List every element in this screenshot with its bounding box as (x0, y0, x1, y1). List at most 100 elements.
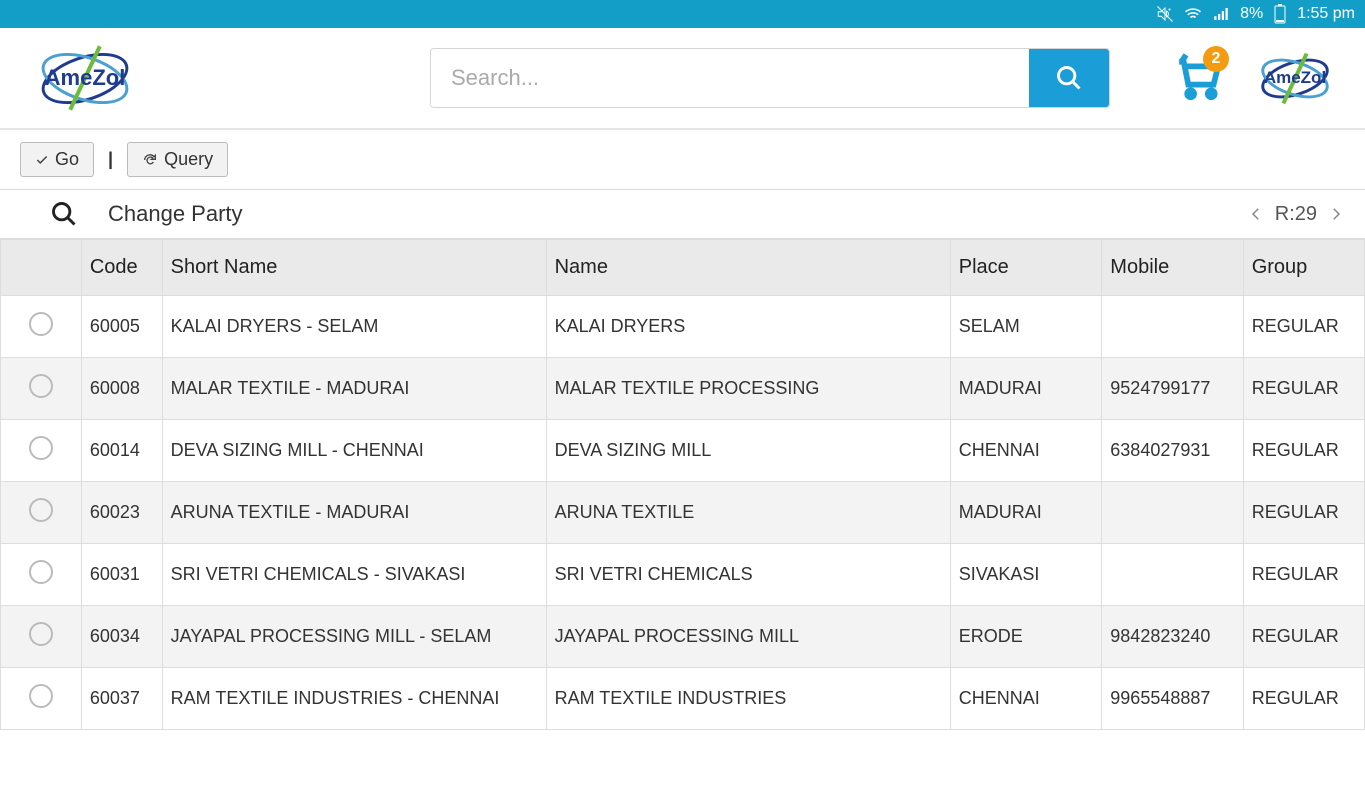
search-wrap (430, 48, 1110, 108)
radio-icon[interactable] (29, 374, 53, 398)
toolbar: Go | Query (0, 130, 1365, 189)
col-short: Short Name (162, 240, 546, 296)
go-button[interactable]: Go (20, 142, 94, 177)
cell-name: MALAR TEXTILE PROCESSING (546, 358, 950, 420)
cell-mobile (1102, 482, 1243, 544)
radio-icon[interactable] (29, 684, 53, 708)
brand-text: AmeZol (45, 65, 126, 91)
cell-select[interactable] (1, 358, 82, 420)
table-row[interactable]: 60005KALAI DRYERS - SELAMKALAI DRYERSSEL… (1, 296, 1365, 358)
cell-place: MADURAI (950, 482, 1102, 544)
section-header: Change Party R:29 (0, 189, 1365, 239)
toolbar-divider: | (108, 149, 113, 170)
cell-group: REGULAR (1243, 606, 1364, 668)
table-row[interactable]: 60031SRI VETRI CHEMICALS - SIVAKASISRI V… (1, 544, 1365, 606)
cell-group: REGULAR (1243, 544, 1364, 606)
radio-icon[interactable] (29, 312, 53, 336)
cell-code: 60014 (81, 420, 162, 482)
cell-name: KALAI DRYERS (546, 296, 950, 358)
cell-name: RAM TEXTILE INDUSTRIES (546, 668, 950, 730)
table-row[interactable]: 60014DEVA SIZING MILL - CHENNAIDEVA SIZI… (1, 420, 1365, 482)
cell-select[interactable] (1, 482, 82, 544)
cell-place: SIVAKASI (950, 544, 1102, 606)
cell-select[interactable] (1, 420, 82, 482)
table-row[interactable]: 60023ARUNA TEXTILE - MADURAIARUNA TEXTIL… (1, 482, 1365, 544)
cell-name: DEVA SIZING MILL (546, 420, 950, 482)
cell-short: DEVA SIZING MILL - CHENNAI (162, 420, 546, 482)
cell-name: SRI VETRI CHEMICALS (546, 544, 950, 606)
cell-place: ERODE (950, 606, 1102, 668)
cell-mobile: 6384027931 (1102, 420, 1243, 482)
cell-name: ARUNA TEXTILE (546, 482, 950, 544)
table-row[interactable]: 60008MALAR TEXTILE - MADURAIMALAR TEXTIL… (1, 358, 1365, 420)
radio-icon[interactable] (29, 498, 53, 522)
cell-short: SRI VETRI CHEMICALS - SIVAKASI (162, 544, 546, 606)
record-indicator: R:29 (1275, 203, 1317, 226)
radio-icon[interactable] (29, 622, 53, 646)
cell-select[interactable] (1, 296, 82, 358)
cell-code: 60037 (81, 668, 162, 730)
cell-group: REGULAR (1243, 482, 1364, 544)
cell-mobile: 9524799177 (1102, 358, 1243, 420)
cell-name: JAYAPAL PROCESSING MILL (546, 606, 950, 668)
section-title: Change Party (108, 201, 1247, 227)
col-place: Place (950, 240, 1102, 296)
cell-group: REGULAR (1243, 668, 1364, 730)
cell-select[interactable] (1, 544, 82, 606)
col-code: Code (81, 240, 162, 296)
battery-icon (1273, 4, 1287, 24)
cell-select[interactable] (1, 668, 82, 730)
col-mobile: Mobile (1102, 240, 1243, 296)
radio-icon[interactable] (29, 436, 53, 460)
cell-short: ARUNA TEXTILE - MADURAI (162, 482, 546, 544)
cell-short: JAYAPAL PROCESSING MILL - SELAM (162, 606, 546, 668)
table-header-row: Code Short Name Name Place Mobile Group (1, 240, 1365, 296)
cell-place: MADURAI (950, 358, 1102, 420)
status-bar: 8% 1:55 pm (0, 0, 1365, 28)
cell-group: REGULAR (1243, 420, 1364, 482)
cell-code: 60008 (81, 358, 162, 420)
cart-badge: 2 (1203, 46, 1229, 72)
mute-icon (1156, 5, 1174, 23)
chevron-left-icon[interactable] (1247, 205, 1265, 223)
refresh-icon (142, 152, 158, 168)
col-name: Name (546, 240, 950, 296)
cell-short: RAM TEXTILE INDUSTRIES - CHENNAI (162, 668, 546, 730)
table-row[interactable]: 60034JAYAPAL PROCESSING MILL - SELAMJAYA… (1, 606, 1365, 668)
cell-mobile: 9842823240 (1102, 606, 1243, 668)
wifi-icon (1184, 5, 1202, 23)
col-select (1, 240, 82, 296)
check-icon (35, 153, 49, 167)
brand-mini-text: AmeZol (1264, 68, 1326, 88)
battery-text: 8% (1240, 5, 1263, 23)
search-input[interactable] (431, 49, 1029, 107)
party-table: Code Short Name Name Place Mobile Group … (0, 239, 1365, 730)
cell-group: REGULAR (1243, 296, 1364, 358)
search-button[interactable] (1029, 49, 1109, 107)
cell-code: 60005 (81, 296, 162, 358)
table-row[interactable]: 60037RAM TEXTILE INDUSTRIES - CHENNAIRAM… (1, 668, 1365, 730)
clock-text: 1:55 pm (1297, 5, 1355, 23)
col-group: Group (1243, 240, 1364, 296)
cell-group: REGULAR (1243, 358, 1364, 420)
cart-button[interactable]: 2 (1170, 48, 1225, 108)
signal-icon (1212, 5, 1230, 23)
cell-place: CHENNAI (950, 420, 1102, 482)
logo-mini: AmeZol (1245, 46, 1345, 111)
radio-icon[interactable] (29, 560, 53, 584)
cell-mobile (1102, 296, 1243, 358)
cell-code: 60031 (81, 544, 162, 606)
query-button[interactable]: Query (127, 142, 228, 177)
cell-place: SELAM (950, 296, 1102, 358)
chevron-right-icon[interactable] (1327, 205, 1345, 223)
cell-short: KALAI DRYERS - SELAM (162, 296, 546, 358)
cell-code: 60023 (81, 482, 162, 544)
cell-code: 60034 (81, 606, 162, 668)
cell-mobile: 9965548887 (1102, 668, 1243, 730)
cell-mobile (1102, 544, 1243, 606)
app-header: AmeZol 2 AmeZol (0, 28, 1365, 130)
search-icon (1055, 64, 1083, 92)
cell-place: CHENNAI (950, 668, 1102, 730)
cell-select[interactable] (1, 606, 82, 668)
search-icon[interactable] (50, 200, 78, 228)
